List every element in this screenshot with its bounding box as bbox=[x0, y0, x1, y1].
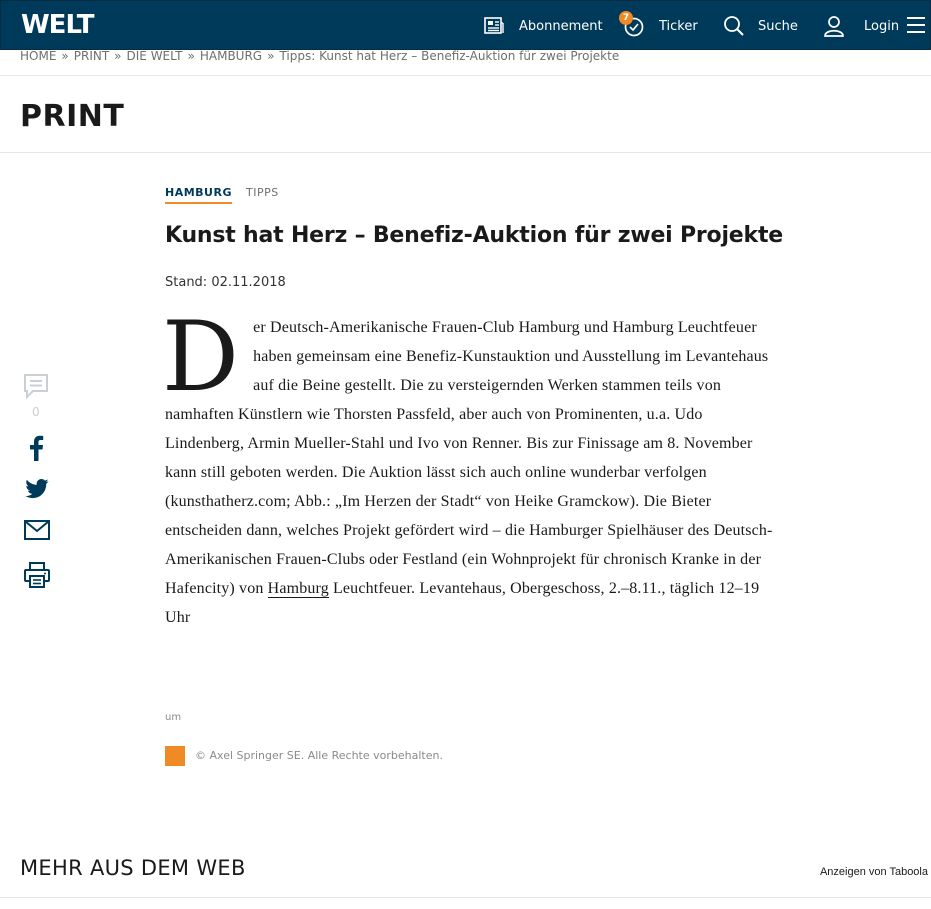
comment-icon bbox=[22, 374, 50, 404]
email-share-button[interactable] bbox=[24, 520, 50, 544]
breadcrumb-separator: » bbox=[61, 49, 69, 63]
more-from-web-heading: MEHR AUS DEM WEB bbox=[20, 856, 246, 880]
divider bbox=[0, 75, 931, 76]
taboola-ads-link[interactable]: Anzeigen von Taboola bbox=[820, 866, 928, 878]
facebook-icon bbox=[28, 435, 44, 466]
drop-cap: D bbox=[162, 301, 240, 413]
article-date: Stand: 02.11.2018 bbox=[165, 275, 286, 290]
copyright-text: © Axel Springer SE. Alle Rechte vorbehal… bbox=[195, 749, 443, 762]
breadcrumb-current: Tipps: Kunst hat Herz – Benefiz-Auktion … bbox=[279, 49, 620, 63]
newspaper-icon bbox=[484, 17, 504, 35]
breadcrumb-print[interactable]: PRINT bbox=[74, 49, 109, 63]
nav-login-label: Login bbox=[864, 18, 900, 34]
comment-count: 0 bbox=[32, 405, 40, 419]
breadcrumb-separator: » bbox=[114, 49, 122, 63]
breadcrumb-separator: » bbox=[267, 49, 275, 63]
divider bbox=[0, 152, 931, 153]
kicker-tipps-link[interactable]: TIPPS bbox=[246, 186, 279, 199]
kicker-hamburg-link[interactable]: HAMBURG bbox=[165, 186, 232, 204]
top-navigation-bar: WELT Abonnement Ticker 7 Suche Login bbox=[0, 0, 931, 50]
breadcrumb-hamburg[interactable]: HAMBURG bbox=[200, 49, 262, 63]
nav-login[interactable]: Login bbox=[823, 1, 899, 51]
article-author: um bbox=[165, 712, 182, 723]
welt-logo[interactable]: WELT bbox=[21, 10, 94, 40]
breadcrumb-separator: » bbox=[187, 49, 195, 63]
nav-abonnement-label: Abonnement bbox=[519, 18, 603, 34]
hamburger-menu-icon[interactable] bbox=[907, 17, 925, 38]
nav-suche[interactable]: Suche bbox=[723, 1, 798, 51]
nav-ticker[interactable]: Ticker bbox=[623, 1, 698, 51]
comment-button[interactable] bbox=[22, 372, 50, 404]
article-headline: Kunst hat Herz – Benefiz-Auktion für zwe… bbox=[165, 223, 783, 248]
article-body-text: er Deutsch-Amerikanische Frauen-Club Ham… bbox=[165, 319, 773, 597]
hamburg-inline-link[interactable]: Hamburg bbox=[267, 580, 329, 598]
user-icon bbox=[823, 15, 845, 37]
nav-abonnement[interactable]: Abonnement bbox=[484, 1, 603, 51]
breadcrumb: HOME » PRINT » DIE WELT » HAMBURG » Tipps: Kunst… bbox=[20, 49, 619, 63]
breadcrumb-die-welt[interactable]: DIE WELT bbox=[127, 49, 183, 63]
divider bbox=[0, 897, 931, 898]
search-icon bbox=[723, 15, 745, 37]
article-body: Der Deutsch-Amerikanische Frauen-Club Ha… bbox=[162, 301, 785, 632]
print-button[interactable] bbox=[24, 562, 50, 592]
printer-icon bbox=[24, 562, 50, 592]
copyright-marker bbox=[165, 746, 185, 766]
mail-icon bbox=[24, 520, 50, 544]
facebook-share-button[interactable] bbox=[28, 434, 44, 466]
twitter-icon bbox=[25, 479, 49, 503]
ticker-badge: 7 bbox=[619, 11, 633, 25]
breadcrumb-home[interactable]: HOME bbox=[20, 49, 56, 63]
article-kicker: HAMBURG TIPPS bbox=[165, 186, 279, 204]
section-title: PRINT bbox=[20, 99, 125, 134]
nav-suche-label: Suche bbox=[758, 18, 798, 34]
twitter-share-button[interactable] bbox=[25, 479, 49, 503]
nav-ticker-label: Ticker bbox=[659, 18, 698, 34]
